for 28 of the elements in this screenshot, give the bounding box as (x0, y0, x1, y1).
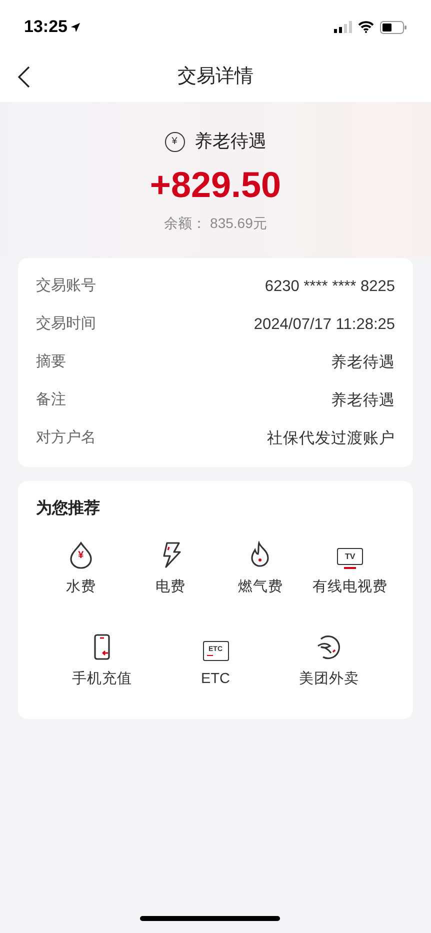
service-shortcut[interactable]: 美团外卖 (281, 632, 377, 690)
service-shortcut[interactable]: 燃气费 (216, 541, 306, 599)
service-shortcut[interactable]: TV 有线电视费 (305, 541, 395, 599)
status-time: 13:25 (24, 16, 68, 38)
transaction-amount: +829.50 (150, 163, 282, 207)
detail-label: 交易时间 (36, 314, 96, 334)
detail-value: 养老待遇 (331, 352, 395, 373)
service-shortcut[interactable]: 手机充值 (54, 632, 150, 690)
detail-label: 摘要 (36, 352, 66, 372)
service-shortcut[interactable]: ¥ 水费 (36, 541, 126, 599)
wifi-icon (358, 21, 374, 33)
detail-value: 养老待遇 (331, 390, 395, 411)
section-title: 为您推荐 (36, 498, 101, 519)
service-shortcut[interactable]: 电费 (126, 541, 216, 599)
location-arrow-icon (70, 22, 82, 32)
balance-text: 余额： 835.69元 (164, 214, 267, 233)
detail-value: 社保代发过渡账户 (267, 428, 395, 449)
page-title: 交易详情 (178, 64, 254, 89)
signal-icon (334, 21, 352, 33)
detail-value: 6230 **** **** 8225 (264, 276, 395, 297)
water-drop-icon: ¥ (68, 541, 94, 569)
detail-label: 备注 (36, 390, 66, 410)
coin-icon: ¥ (164, 132, 184, 152)
detail-label: 交易账号 (36, 276, 96, 296)
battery-icon (380, 20, 407, 34)
detail-label: 对方户名 (36, 428, 96, 448)
detail-value: 2024/07/17 11:28:25 (254, 314, 395, 335)
transaction-category: 养老待遇 (194, 130, 266, 153)
